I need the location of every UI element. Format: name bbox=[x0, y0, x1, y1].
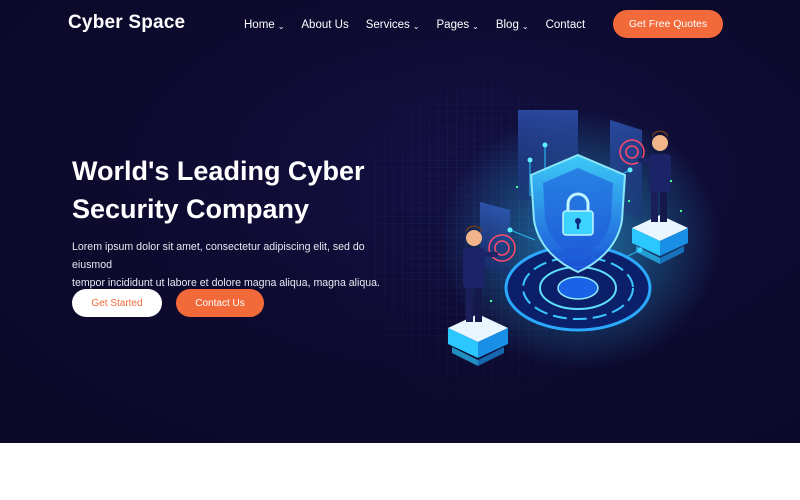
next-section bbox=[0, 443, 800, 500]
hero-description-line: tempor incididunt ut labore et dolore ma… bbox=[72, 277, 381, 289]
hero-description-line: Lorem ipsum dolor sit amet, consectetur … bbox=[72, 241, 365, 271]
chevron-down-icon: ⌄ bbox=[277, 21, 285, 31]
security-ring bbox=[557, 276, 599, 300]
nav-item-label: Home bbox=[244, 19, 275, 31]
site-logo[interactable]: Cyber Space bbox=[68, 12, 185, 34]
nav-item-label: Services bbox=[365, 19, 410, 31]
nav-item-label: About Us bbox=[301, 19, 349, 31]
chevron-down-icon: ⌄ bbox=[412, 21, 420, 31]
nav-item-blog[interactable]: Blog ⌄ bbox=[496, 16, 529, 34]
get-started-button[interactable]: Get Started bbox=[72, 289, 162, 317]
hero-section: Cyber Space Home ⌄ About Us Services ⌄ P… bbox=[0, 0, 800, 443]
nav-item-services[interactable]: Services ⌄ bbox=[366, 16, 420, 34]
nav-item-contact[interactable]: Contact bbox=[546, 16, 586, 34]
hero-title: World's Leading Cyber Security Company bbox=[72, 152, 402, 228]
contact-us-button[interactable]: Contact Us bbox=[176, 289, 264, 317]
hero-title-line: Security Company bbox=[72, 194, 310, 224]
nav-item-home[interactable]: Home ⌄ bbox=[244, 16, 284, 34]
nav-item-label: Blog bbox=[495, 19, 519, 31]
nav-item-pages[interactable]: Pages ⌄ bbox=[437, 16, 479, 34]
nav-item-label: Pages bbox=[436, 19, 470, 31]
hero-title-line: World's Leading Cyber bbox=[72, 156, 365, 186]
shield-lock-illustration bbox=[440, 110, 720, 370]
get-free-quotes-button[interactable]: Get Free Quotes bbox=[613, 10, 723, 38]
chevron-down-icon: ⌄ bbox=[521, 21, 529, 31]
nav-item-about-us[interactable]: About Us bbox=[301, 16, 348, 34]
nav-item-label: Contact bbox=[545, 19, 586, 31]
hero-description: Lorem ipsum dolor sit amet, consectetur … bbox=[72, 238, 402, 292]
chevron-down-icon: ⌄ bbox=[472, 21, 479, 31]
main-nav: Home ⌄ About Us Services ⌄ Pages ⌄ Blog … bbox=[244, 16, 602, 34]
